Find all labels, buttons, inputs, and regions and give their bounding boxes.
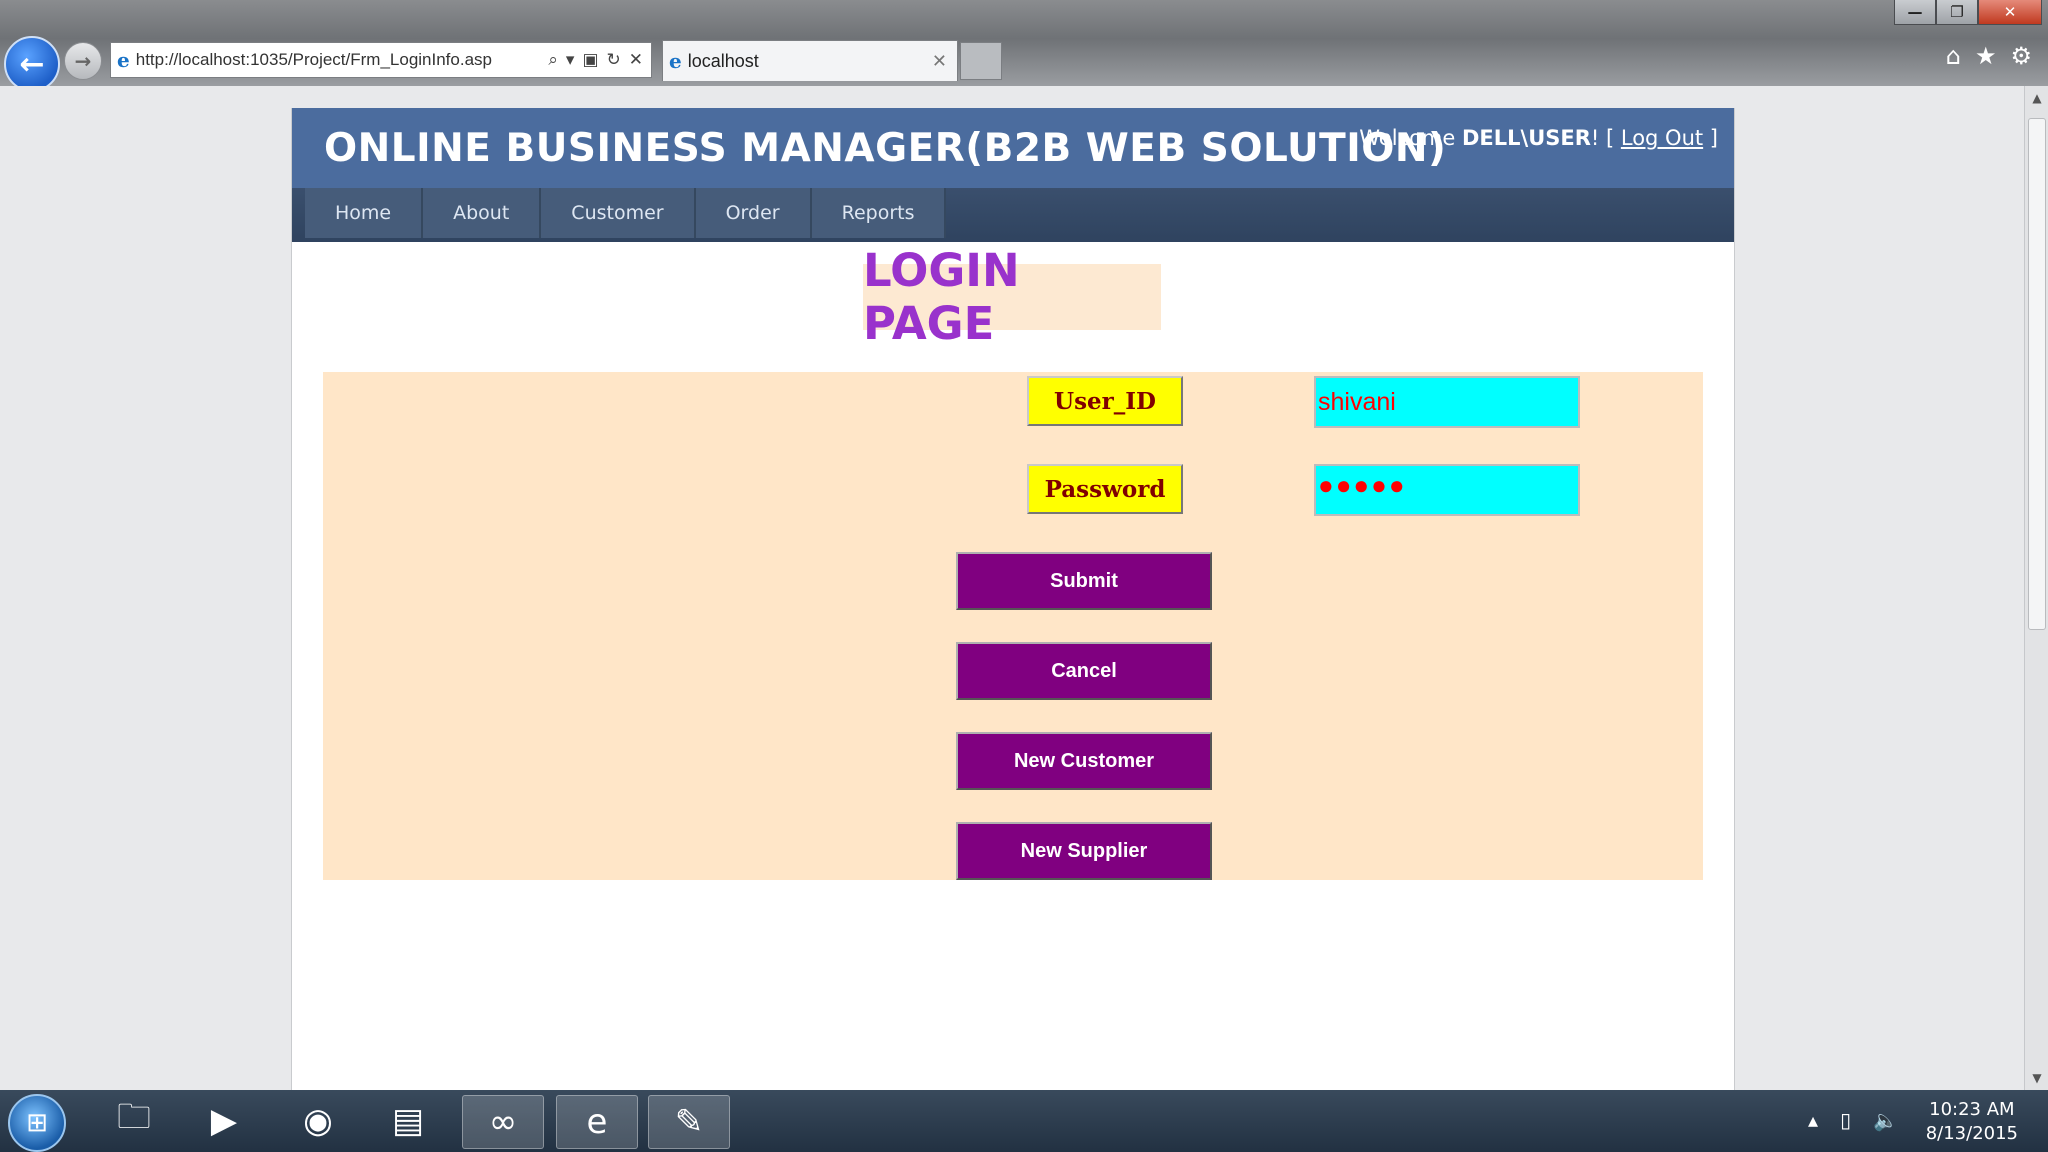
- submit-button[interactable]: Submit: [956, 552, 1212, 610]
- clock-date: 8/13/2015: [1925, 1123, 2018, 1144]
- main-content: LOGIN PAGE User_ID Password ●●●●● Submit…: [292, 242, 1734, 1090]
- dropdown-icon[interactable]: ▾: [566, 50, 575, 70]
- compatibility-icon[interactable]: ▣: [582, 50, 598, 70]
- paint-icon[interactable]: ✎: [648, 1095, 730, 1149]
- system-tray: ▴ ▯ 🔈: [1808, 1108, 1898, 1132]
- site-header: ONLINE BUSINESS MANAGER(B2B WEB SOLUTION…: [292, 108, 1734, 188]
- web-page: ONLINE BUSINESS MANAGER(B2B WEB SOLUTION…: [291, 108, 1735, 1090]
- user-id-label: User_ID: [1027, 376, 1183, 426]
- new-tab-button[interactable]: [960, 42, 1002, 80]
- back-arrow-icon[interactable]: ←: [4, 36, 60, 92]
- nav-menu: Home About Customer Order Reports: [305, 188, 947, 238]
- address-url[interactable]: http://localhost:1035/Project/Frm_LoginI…: [136, 50, 549, 70]
- minimize-button[interactable]: —: [1894, 0, 1936, 25]
- login-form-panel: User_ID Password ●●●●● Submit Cancel New…: [323, 372, 1703, 880]
- menu-item-reports[interactable]: Reports: [811, 188, 947, 238]
- page-title: LOGIN PAGE: [863, 244, 1161, 350]
- tab-title: localhost: [687, 50, 759, 71]
- password-label: Password: [1027, 464, 1183, 514]
- chrome-icon[interactable]: ◉: [278, 1095, 358, 1147]
- tab-ie-icon: e: [669, 49, 682, 73]
- menu-item-home[interactable]: Home: [305, 188, 424, 238]
- address-tools: ⌕ ▾ ▣ ↻ ✕: [548, 50, 643, 70]
- search-icon[interactable]: ⌕: [548, 50, 558, 70]
- media-player-icon[interactable]: ▶: [184, 1095, 264, 1147]
- scroll-up-icon[interactable]: ▲: [2025, 86, 2048, 110]
- remote-desktop-icon[interactable]: ▤: [368, 1095, 448, 1147]
- explorer-folder-icon[interactable]: 🗀: [94, 1095, 174, 1147]
- welcome-prefix: Welcome: [1359, 126, 1462, 150]
- forward-arrow-icon[interactable]: →: [64, 42, 102, 80]
- menu-item-customer[interactable]: Customer: [541, 188, 696, 238]
- battery-icon[interactable]: ▯: [1840, 1108, 1851, 1132]
- new-customer-button[interactable]: New Customer: [956, 732, 1212, 790]
- welcome-end: ]: [1703, 126, 1718, 150]
- nav-menu-bar: Home About Customer Order Reports: [292, 188, 1734, 242]
- scroll-thumb[interactable]: [2028, 118, 2046, 630]
- logout-link[interactable]: Log Out: [1621, 126, 1703, 150]
- window-controls: — ❐ ✕: [1894, 0, 2042, 25]
- visual-studio-icon[interactable]: ∞: [462, 1095, 544, 1149]
- browser-viewport: ONLINE BUSINESS MANAGER(B2B WEB SOLUTION…: [0, 86, 2024, 1090]
- restore-button[interactable]: ❐: [1936, 0, 1978, 25]
- menu-item-order[interactable]: Order: [695, 188, 812, 238]
- internet-explorer-icon[interactable]: e: [556, 1095, 638, 1149]
- user-id-input[interactable]: [1314, 376, 1580, 428]
- ie-page-icon: e: [117, 48, 130, 72]
- welcome-suffix: ! [: [1590, 126, 1621, 150]
- vertical-scrollbar[interactable]: ▲ ▼: [2024, 86, 2048, 1090]
- volume-icon[interactable]: 🔈: [1873, 1108, 1898, 1132]
- stop-icon[interactable]: ✕: [629, 50, 643, 70]
- close-window-button[interactable]: ✕: [1978, 0, 2042, 25]
- menu-item-about[interactable]: About: [423, 188, 542, 238]
- username: DELL\USER: [1461, 126, 1591, 150]
- show-hidden-icons-icon[interactable]: ▴: [1808, 1108, 1818, 1132]
- browser-titlebar: — ❐ ✕ ← → e http://localhost:1035/Projec…: [0, 0, 2048, 92]
- cancel-button[interactable]: Cancel: [956, 642, 1212, 700]
- refresh-icon[interactable]: ↻: [607, 50, 621, 70]
- windows-taskbar: ⊞ 🗀 ▶ ◉ ▤ ∞ e ✎ ▴ ▯ 🔈 10:23 AM 8/13/2015: [0, 1090, 2048, 1152]
- site-title: ONLINE BUSINESS MANAGER(B2B WEB SOLUTION…: [324, 126, 1447, 171]
- new-supplier-button[interactable]: New Supplier: [956, 822, 1212, 880]
- taskbar-clock[interactable]: 10:23 AM 8/13/2015: [1926, 1098, 2018, 1146]
- start-button-icon[interactable]: ⊞: [8, 1094, 66, 1152]
- home-icon[interactable]: ⌂: [1946, 42, 1961, 70]
- clock-time: 10:23 AM: [1929, 1099, 2015, 1120]
- gear-icon[interactable]: ⚙: [2010, 42, 2032, 70]
- scroll-down-icon[interactable]: ▼: [2025, 1066, 2048, 1090]
- browser-tools: ⌂ ★ ⚙: [1946, 42, 2032, 70]
- address-bar[interactable]: e http://localhost:1035/Project/Frm_Logi…: [110, 42, 652, 78]
- tab-localhost[interactable]: e localhost ✕: [662, 40, 958, 81]
- favorites-star-icon[interactable]: ★: [1975, 42, 1997, 70]
- tab-close-icon[interactable]: ✕: [932, 51, 947, 72]
- password-input[interactable]: ●●●●●: [1314, 464, 1580, 516]
- login-status: Welcome DELL\USER! [ Log Out ]: [1359, 126, 1718, 150]
